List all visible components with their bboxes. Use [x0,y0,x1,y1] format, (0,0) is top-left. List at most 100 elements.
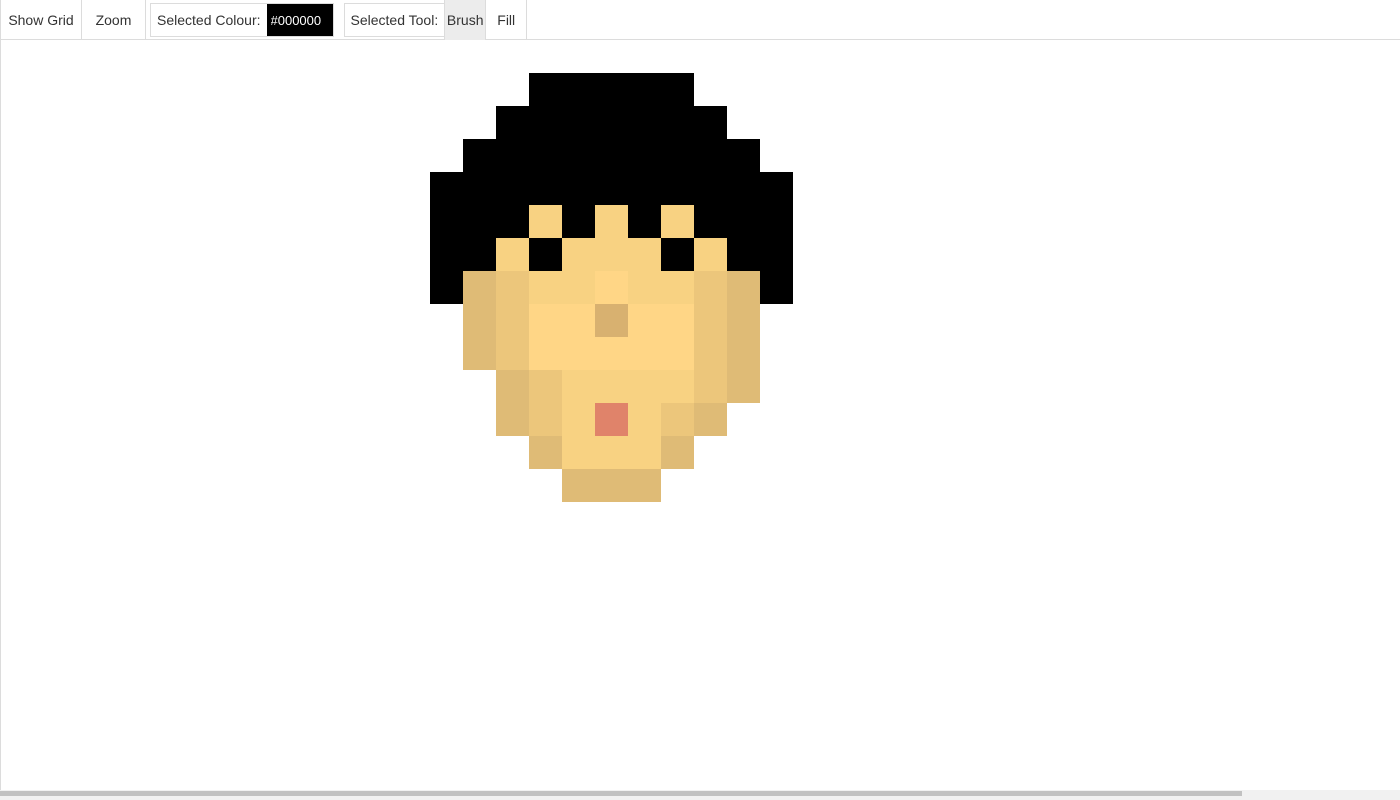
pixel-cell[interactable] [727,271,760,304]
pixel-cell[interactable] [496,403,529,436]
pixel-cell[interactable] [496,172,529,205]
pixel-cell[interactable] [628,238,661,271]
pixel-cell[interactable] [562,205,595,238]
pixel-cell[interactable] [496,337,529,370]
pixel-cell[interactable] [661,403,694,436]
pixel-cell[interactable] [463,271,496,304]
pixel-cell[interactable] [529,73,562,106]
pixel-cell[interactable] [694,370,727,403]
pixel-cell[interactable] [496,139,529,172]
pixel-cell[interactable] [595,304,628,337]
pixel-cell[interactable] [595,73,628,106]
pixel-cell[interactable] [628,106,661,139]
pixel-cell[interactable] [595,370,628,403]
pixel-cell[interactable] [529,271,562,304]
pixel-cell[interactable] [727,370,760,403]
pixel-cell[interactable] [694,403,727,436]
pixel-cell[interactable] [496,271,529,304]
pixel-cell[interactable] [562,403,595,436]
horizontal-scrollbar[interactable] [0,790,1400,800]
pixel-cell[interactable] [562,172,595,205]
pixel-cell[interactable] [562,106,595,139]
pixel-cell[interactable] [595,106,628,139]
pixel-cell[interactable] [727,337,760,370]
pixel-cell[interactable] [529,205,562,238]
pixel-cell[interactable] [496,304,529,337]
pixel-cell[interactable] [562,337,595,370]
pixel-cell[interactable] [760,205,793,238]
zoom-button[interactable]: Zoom [82,0,146,40]
pixel-cell[interactable] [661,370,694,403]
pixel-cell[interactable] [595,271,628,304]
pixel-cell[interactable] [496,106,529,139]
pixel-cell[interactable] [694,337,727,370]
pixel-cell[interactable] [661,205,694,238]
pixel-art[interactable] [1,40,1399,790]
pixel-cell[interactable] [463,172,496,205]
pixel-cell[interactable] [562,73,595,106]
pixel-cell[interactable] [628,436,661,469]
pixel-cell[interactable] [529,106,562,139]
pixel-cell[interactable] [727,304,760,337]
pixel-cell[interactable] [595,205,628,238]
pixel-cell[interactable] [760,271,793,304]
pixel-cell[interactable] [628,469,661,502]
brush-tool-button[interactable]: Brush [444,0,487,40]
pixel-cell[interactable] [694,172,727,205]
pixel-cell[interactable] [529,139,562,172]
pixel-cell[interactable] [529,436,562,469]
pixel-cell[interactable] [727,172,760,205]
pixel-cell[interactable] [562,469,595,502]
pixel-cell[interactable] [496,370,529,403]
pixel-cell[interactable] [463,238,496,271]
pixel-cell[interactable] [562,304,595,337]
pixel-cell[interactable] [727,238,760,271]
pixel-cell[interactable] [661,73,694,106]
pixel-cell[interactable] [595,436,628,469]
fill-tool-button[interactable]: Fill [486,0,528,40]
pixel-cell[interactable] [628,337,661,370]
pixel-cell[interactable] [628,271,661,304]
pixel-cell[interactable] [595,337,628,370]
show-grid-button[interactable]: Show Grid [0,0,82,40]
pixel-cell[interactable] [430,271,463,304]
pixel-cell[interactable] [529,370,562,403]
pixel-cell[interactable] [430,238,463,271]
pixel-cell[interactable] [562,271,595,304]
pixel-cell[interactable] [595,238,628,271]
pixel-cell[interactable] [463,139,496,172]
pixel-cell[interactable] [562,370,595,403]
pixel-cell[interactable] [562,139,595,172]
pixel-cell[interactable] [628,139,661,172]
pixel-cell[interactable] [694,139,727,172]
colour-input[interactable] [266,4,333,36]
pixel-cell[interactable] [694,304,727,337]
pixel-cell[interactable] [562,238,595,271]
pixel-cell[interactable] [628,370,661,403]
pixel-cell[interactable] [760,238,793,271]
pixel-cell[interactable] [595,139,628,172]
pixel-cell[interactable] [661,172,694,205]
pixel-cell[interactable] [727,205,760,238]
pixel-cell[interactable] [562,436,595,469]
pixel-cell[interactable] [661,238,694,271]
pixel-cell[interactable] [529,337,562,370]
pixel-cell[interactable] [430,205,463,238]
pixel-cell[interactable] [694,271,727,304]
pixel-cell[interactable] [595,403,628,436]
pixel-cell[interactable] [529,304,562,337]
pixel-cell[interactable] [529,238,562,271]
pixel-cell[interactable] [595,172,628,205]
drawing-canvas[interactable] [0,40,1400,790]
pixel-cell[interactable] [595,469,628,502]
pixel-cell[interactable] [628,73,661,106]
pixel-cell[interactable] [694,205,727,238]
pixel-cell[interactable] [628,403,661,436]
pixel-cell[interactable] [661,271,694,304]
pixel-cell[interactable] [694,238,727,271]
pixel-cell[interactable] [661,106,694,139]
pixel-cell[interactable] [463,337,496,370]
pixel-cell[interactable] [661,139,694,172]
pixel-cell[interactable] [760,172,793,205]
pixel-cell[interactable] [628,172,661,205]
